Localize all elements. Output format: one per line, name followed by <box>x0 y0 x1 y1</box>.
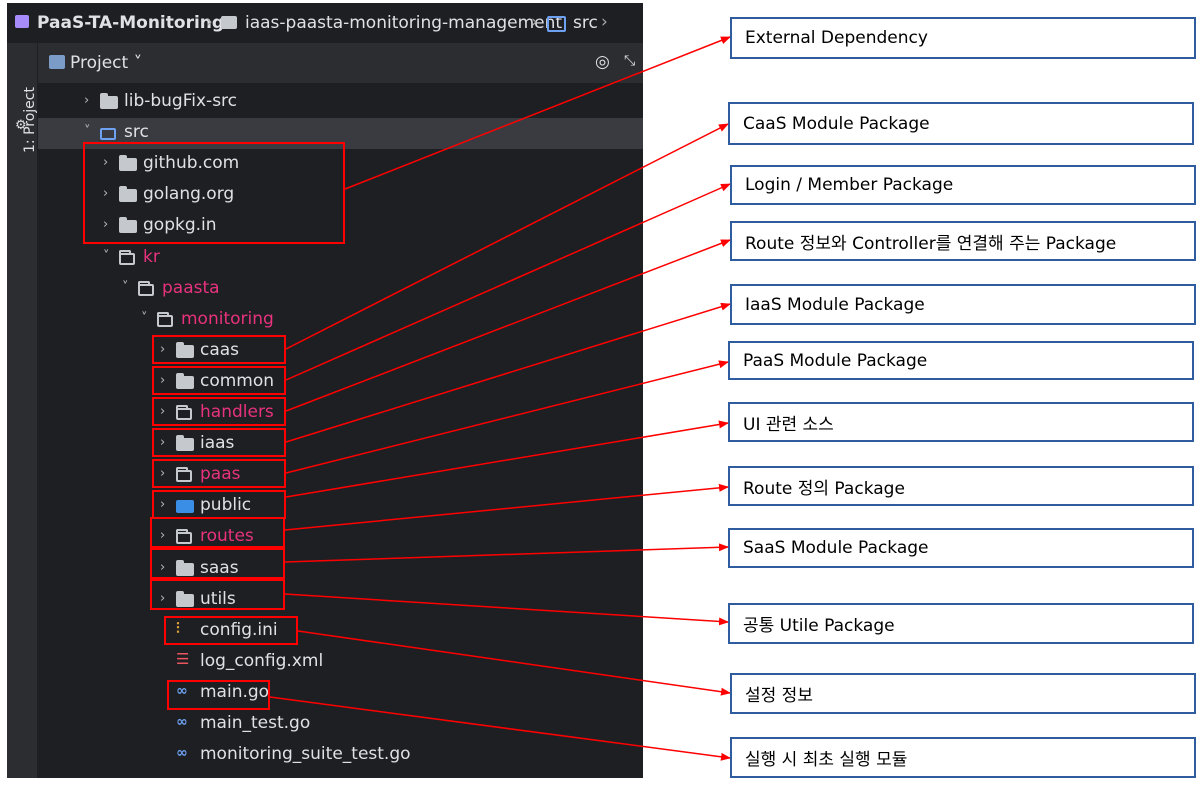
chevron-right-icon: › <box>601 12 608 32</box>
chevron-down-icon[interactable]: ˅ <box>122 280 134 295</box>
project-view-selector[interactable]: Project ˅ <box>70 53 142 73</box>
highlight-caas <box>152 335 286 364</box>
chevron-down-icon[interactable]: ˅ <box>103 249 115 264</box>
package-icon <box>119 249 135 265</box>
highlight-main <box>167 680 270 710</box>
tree-row-saas[interactable]: › saas <box>38 554 643 585</box>
chevron-down-icon[interactable]: ˅ <box>84 124 96 139</box>
label-external-dependency: External Dependency <box>730 17 1196 59</box>
tree-row-config-ini[interactable]: ⫶ config.ini <box>38 616 643 647</box>
highlight-config <box>164 616 298 645</box>
tree-row-monitoring[interactable]: ˅ monitoring <box>38 305 643 336</box>
highlight-saas <box>150 548 285 579</box>
tree-row-lib-bugfix-src[interactable]: › lib-bugFix-src <box>38 87 643 118</box>
tree-row-routes[interactable]: › routes <box>38 522 643 553</box>
tree-row-main-go[interactable]: ∞ main.go <box>38 678 643 709</box>
tree-item-label: monitoring <box>181 308 274 329</box>
label-login-member: Login / Member Package <box>730 165 1196 205</box>
tree-item-label: paasta <box>162 277 220 298</box>
highlight-external-deps <box>83 142 345 244</box>
label-route-definition: Route 정의 Package <box>728 466 1194 506</box>
tree-row-common[interactable]: › common <box>38 367 643 398</box>
chevron-right-icon: › <box>206 12 213 32</box>
source-folder-icon <box>100 128 116 141</box>
tree-row-caas[interactable]: › caas <box>38 336 643 367</box>
tree-row-paas[interactable]: › paas <box>38 460 643 491</box>
project-icon <box>15 15 29 28</box>
tree-row-iaas[interactable]: › iaas <box>38 429 643 460</box>
tree-item-label: src <box>124 122 149 143</box>
tree-row-log-config-xml[interactable]: ☰ log_config.xml <box>38 647 643 678</box>
folder-icon <box>100 93 118 109</box>
tree-row-main-test-go[interactable]: ∞ main_test.go <box>38 709 643 740</box>
highlight-handlers <box>152 397 286 426</box>
label-route-controller: Route 정보와 Controller를 연결해 주는 Package <box>730 221 1196 261</box>
project-view-icon <box>49 55 65 69</box>
xml-file-icon: ☰ <box>176 649 190 668</box>
tree-item-label: log_config.xml <box>200 650 324 671</box>
breadcrumb-folder[interactable]: src <box>573 13 598 33</box>
breadcrumb: PaaS-TA-Monitoring › iaas-paasta-monitor… <box>7 3 643 43</box>
breadcrumb-module[interactable]: iaas-paasta-monitoring-management <box>245 13 562 33</box>
tree-item-label: lib-bugFix-src <box>124 91 238 111</box>
chevron-down-icon[interactable]: ˅ <box>141 311 153 326</box>
source-folder-icon <box>547 16 566 32</box>
package-icon <box>157 311 173 327</box>
tree-row-public[interactable]: › public <box>38 491 643 522</box>
tree-row-utils[interactable]: › utils <box>38 585 643 616</box>
tree-row-kr[interactable]: ˅ kr <box>38 243 643 274</box>
tree-item-label: monitoring_suite_test.go <box>200 744 411 765</box>
chevron-right-icon: › <box>531 12 538 32</box>
tree-row-paasta[interactable]: ˅ paasta <box>38 274 643 305</box>
tree-row-handlers[interactable]: › handlers <box>38 398 643 429</box>
highlight-common <box>152 366 286 395</box>
go-file-icon: ∞ <box>176 745 188 762</box>
label-entry-module: 실행 시 최초 실행 모듈 <box>730 737 1196 778</box>
chevron-right-icon[interactable]: › <box>84 93 96 108</box>
go-file-icon: ∞ <box>176 714 188 730</box>
tree-row-monitoring-suite-test-go[interactable]: ∞ monitoring_suite_test.go <box>38 740 643 771</box>
highlight-public <box>152 490 286 519</box>
highlight-utils <box>150 579 285 610</box>
project-tree-window: PaaS-TA-Monitoring › iaas-paasta-monitor… <box>7 3 643 778</box>
panel-header: Project ˅ ◎ ⤡ <box>38 43 643 83</box>
label-iaas-module: IaaS Module Package <box>730 284 1196 325</box>
label-caas-module: CaaS Module Package <box>728 102 1194 145</box>
gear-icon[interactable]: ⚙ <box>15 118 27 133</box>
collapse-icon[interactable]: ⤡ <box>624 53 635 69</box>
highlight-paas <box>152 459 286 488</box>
folder-icon <box>221 16 237 29</box>
highlight-routes <box>150 517 285 548</box>
label-config-info: 설정 정보 <box>730 673 1196 714</box>
label-paas-module: PaaS Module Package <box>728 341 1194 380</box>
package-icon <box>138 280 154 296</box>
label-common-utile: 공통 Utile Package <box>728 603 1194 644</box>
locate-icon[interactable]: ◎ <box>595 52 610 72</box>
label-saas-module: SaaS Module Package <box>728 528 1194 568</box>
tree-item-label: main_test.go <box>200 713 311 733</box>
label-ui-source: UI 관련 소스 <box>728 402 1194 442</box>
tool-window-sidebar: 1: Project ⚙ <box>7 43 38 778</box>
highlight-iaas <box>152 428 286 457</box>
breadcrumb-project[interactable]: PaaS-TA-Monitoring <box>37 13 224 33</box>
tree-item-label: kr <box>143 246 160 267</box>
